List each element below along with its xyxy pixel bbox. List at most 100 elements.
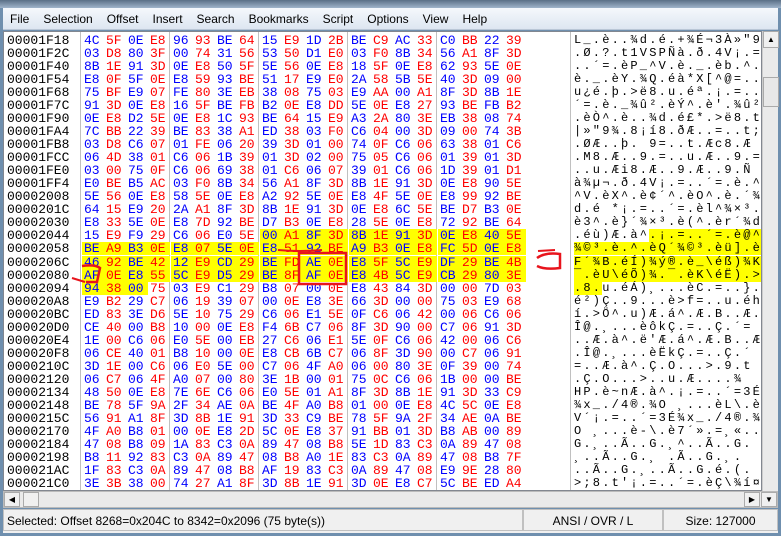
hex-byte[interactable]: C7 xyxy=(417,477,437,490)
hex-byte[interactable]: BE xyxy=(326,242,348,256)
hex-byte[interactable]: BE xyxy=(506,373,526,386)
hex-byte[interactable]: A0 xyxy=(173,373,193,386)
hex-byte[interactable]: 5D xyxy=(460,242,482,256)
hex-byte[interactable]: 4F xyxy=(306,360,326,373)
hex-byte[interactable]: 8B xyxy=(395,386,415,399)
hex-byte[interactable]: C6 xyxy=(150,360,170,373)
hex-byte[interactable]: 0E xyxy=(217,321,237,334)
hex-byte[interactable]: 3D xyxy=(351,477,371,490)
hex-byte[interactable]: 66 xyxy=(351,295,371,308)
hex-byte[interactable]: BE xyxy=(506,412,526,425)
hex-byte[interactable]: 3E xyxy=(262,373,282,386)
hex-byte[interactable]: 3E xyxy=(417,360,437,373)
ascii-text[interactable]: HP.è~nÆ.à^.¡.=..´=3É xyxy=(574,385,761,399)
hex-byte[interactable]: 00 xyxy=(126,281,148,295)
hex-byte[interactable]: 10 xyxy=(173,321,193,334)
hex-byte[interactable]: 00 xyxy=(462,334,482,347)
hex-byte[interactable]: E9 xyxy=(195,282,215,295)
hex-byte[interactable]: E8 xyxy=(349,255,371,269)
hex-byte[interactable]: BE xyxy=(262,399,282,412)
hex-byte[interactable]: C3 xyxy=(373,451,393,464)
menu-help[interactable]: Help xyxy=(455,12,494,26)
hex-byte[interactable]: AE xyxy=(304,255,326,269)
hex-byte[interactable]: 90 xyxy=(417,347,437,360)
hex-byte[interactable]: E8 xyxy=(349,268,371,282)
hex-byte[interactable]: 03 xyxy=(506,282,526,295)
hex-byte[interactable]: 5E xyxy=(284,386,304,399)
hex-byte[interactable]: 0A xyxy=(239,399,259,412)
hex-byte[interactable]: 0E xyxy=(326,268,348,282)
hex-byte[interactable]: 00 xyxy=(484,373,504,386)
hex-byte[interactable]: 00 xyxy=(484,360,504,373)
hex-byte[interactable]: C7 xyxy=(262,360,282,373)
hex-byte[interactable]: 8F xyxy=(351,321,371,334)
hex-byte[interactable]: CB xyxy=(284,347,304,360)
hex-byte[interactable]: 40 xyxy=(128,347,148,360)
hex-byte[interactable]: 83 xyxy=(106,308,126,321)
hex-byte[interactable]: FC xyxy=(438,242,460,256)
hex-byte[interactable]: 3E xyxy=(328,295,348,308)
hex-byte[interactable]: 8F xyxy=(282,268,304,282)
hex-byte[interactable]: 0A xyxy=(195,451,215,464)
hex-byte[interactable]: 5F xyxy=(373,412,393,425)
hex-byte[interactable]: 00 xyxy=(239,360,259,373)
horizontal-scrollbar[interactable]: ◀ ▶ ▼ xyxy=(3,491,778,508)
hex-byte[interactable]: 0A xyxy=(440,438,460,451)
hex-byte[interactable]: 0E xyxy=(395,399,415,412)
hex-byte[interactable]: 0F xyxy=(373,334,393,347)
hex-byte[interactable]: ED xyxy=(484,477,504,490)
scroll-down-arrow-icon[interactable]: ▼ xyxy=(761,492,777,507)
hex-byte[interactable]: 5E xyxy=(217,360,237,373)
hex-byte[interactable]: C1 xyxy=(217,282,237,295)
hex-byte[interactable]: 37 xyxy=(328,425,348,438)
hex-byte[interactable]: 1B xyxy=(440,373,460,386)
hex-byte[interactable]: 06 xyxy=(395,308,415,321)
hex-byte[interactable]: A1 xyxy=(128,412,148,425)
hex-byte[interactable]: 78 xyxy=(351,412,371,425)
ascii-text[interactable]: é²)Ç..9...è>f=..u.éh xyxy=(574,294,761,308)
hex-byte[interactable]: E8 xyxy=(262,347,282,360)
hex-byte[interactable]: 3D xyxy=(173,412,193,425)
hex-byte[interactable]: AF xyxy=(82,268,104,282)
hex-byte[interactable]: ED xyxy=(84,308,104,321)
hex-byte[interactable]: 1E xyxy=(306,477,326,490)
hex-byte[interactable]: 90 xyxy=(395,321,415,334)
hex-byte[interactable]: 89 xyxy=(462,438,482,451)
hex-byte[interactable]: 5F xyxy=(371,255,393,269)
hex-byte[interactable]: A0 xyxy=(306,451,326,464)
hex-byte[interactable]: 07 xyxy=(193,242,215,256)
hex-byte[interactable]: 80 xyxy=(395,360,415,373)
hex-byte[interactable]: E8 xyxy=(417,399,437,412)
hex-byte[interactable]: 5F xyxy=(128,399,148,412)
hex-byte[interactable]: 06 xyxy=(173,295,193,308)
hex-byte[interactable]: 92 xyxy=(128,451,148,464)
hex-byte[interactable]: 00 xyxy=(373,360,393,373)
hex-byte[interactable]: B8 xyxy=(284,451,304,464)
hex-byte[interactable]: 46 xyxy=(82,255,104,269)
hex-byte[interactable]: 3D xyxy=(417,282,437,295)
scroll-thumb[interactable] xyxy=(763,77,779,107)
hex-byte[interactable]: CD xyxy=(215,255,237,269)
ascii-text[interactable]: Î@.¸...èôkÇ.=..Ç.´= xyxy=(574,320,753,334)
hex-byte[interactable]: 00 xyxy=(417,321,437,334)
hex-byte[interactable]: 55 xyxy=(148,268,170,282)
hex-byte[interactable]: B8 xyxy=(328,399,348,412)
hex-byte[interactable]: 0E xyxy=(237,242,259,256)
hex-byte[interactable]: 0E xyxy=(104,268,126,282)
hex-byte[interactable]: E8 xyxy=(306,425,326,438)
hex-byte[interactable]: 3D xyxy=(84,360,104,373)
hex-byte[interactable]: 38 xyxy=(128,477,148,490)
hex-byte[interactable]: 2F xyxy=(173,399,193,412)
hex-byte[interactable]: 7D xyxy=(484,282,504,295)
hex-byte[interactable]: E8 xyxy=(171,242,193,256)
hex-byte[interactable]: 0E xyxy=(195,425,215,438)
hex-byte[interactable]: 3D xyxy=(395,347,415,360)
hex-byte[interactable]: C7 xyxy=(462,347,482,360)
hex-byte[interactable]: 00 xyxy=(462,373,482,386)
hex-byte[interactable]: 40 xyxy=(106,321,126,334)
hex-byte[interactable]: BE xyxy=(84,399,104,412)
hex-byte[interactable]: 00 xyxy=(217,373,237,386)
hex-byte[interactable]: 08 xyxy=(306,438,326,451)
hex-byte[interactable]: A9 xyxy=(104,242,126,256)
hex-byte[interactable]: E8 xyxy=(217,425,237,438)
